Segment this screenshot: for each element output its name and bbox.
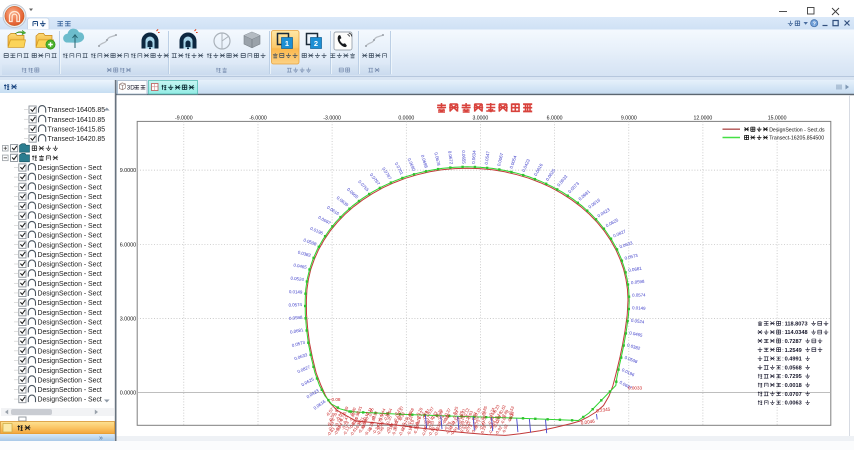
svg-text:DesignSection - Sect: DesignSection - Sect xyxy=(38,377,102,384)
svg-text:DesignSection - Sect.ds: DesignSection - Sect.ds xyxy=(769,127,825,133)
svg-text:0.7295: 0.7295 xyxy=(785,374,802,380)
svg-text:DesignSection - Sect: DesignSection - Sect xyxy=(38,358,102,365)
svg-text:DesignSection - Sect: DesignSection - Sect xyxy=(38,252,102,259)
svg-text:0.0063: 0.0063 xyxy=(785,401,802,407)
svg-text:0.0634: 0.0634 xyxy=(471,150,477,164)
svg-text:»: » xyxy=(99,435,103,442)
svg-text:DesignSection - Sect: DesignSection - Sect xyxy=(38,233,102,240)
svg-text:Transect-16410.85: Transect-16410.85 xyxy=(48,117,106,124)
svg-text:0.0707: 0.0707 xyxy=(785,392,802,398)
svg-text:Transect-16415.85: Transect-16415.85 xyxy=(48,127,106,134)
svg-text:3.0000: 3.0000 xyxy=(472,115,488,121)
svg-text:DesignSection - Sect: DesignSection - Sect xyxy=(38,165,102,172)
svg-text:0.0568: 0.0568 xyxy=(785,365,802,371)
svg-text:9.0000: 9.0000 xyxy=(621,115,637,121)
svg-text:Transect-16420.85: Transect-16420.85 xyxy=(48,136,106,143)
svg-text:118.8073: 118.8073 xyxy=(785,321,808,327)
svg-text:DesignSection - Sect: DesignSection - Sect xyxy=(38,281,102,288)
svg-text:114.0348: 114.0348 xyxy=(785,330,808,336)
svg-text:DesignSection - Sect: DesignSection - Sect xyxy=(38,271,102,278)
svg-text:DesignSection - Sect: DesignSection - Sect xyxy=(38,213,102,220)
svg-text:0.0033: 0.0033 xyxy=(628,386,642,391)
svg-text:0.0000: 0.0000 xyxy=(120,391,137,397)
svg-text:-6.0000: -6.0000 xyxy=(249,115,267,121)
svg-text:1.2549: 1.2549 xyxy=(785,348,802,354)
svg-text:DesignSection - Sect: DesignSection - Sect xyxy=(38,204,102,211)
svg-text:DesignSection - Sect: DesignSection - Sect xyxy=(38,300,102,307)
svg-text:3.0000: 3.0000 xyxy=(120,316,137,322)
svg-text:-0.08: -0.08 xyxy=(330,397,341,402)
svg-text:DesignSection - Sect: DesignSection - Sect xyxy=(38,310,102,317)
svg-text:9.0000: 9.0000 xyxy=(120,168,137,174)
svg-text:6.0000: 6.0000 xyxy=(547,115,563,121)
svg-text:12.0000: 12.0000 xyxy=(694,115,713,121)
svg-text:?: ? xyxy=(812,22,816,28)
svg-text:DesignSection - Sect: DesignSection - Sect xyxy=(38,262,102,269)
svg-text:DesignSection - Sect: DesignSection - Sect xyxy=(38,291,102,298)
svg-text:DesignSection - Sect: DesignSection - Sect xyxy=(38,349,102,356)
svg-text:DesignSection - Sect: DesignSection - Sect xyxy=(38,320,102,327)
svg-text:0.4991: 0.4991 xyxy=(785,357,802,363)
svg-text:0.0574: 0.0574 xyxy=(288,302,302,307)
svg-text:-3.0000: -3.0000 xyxy=(323,115,341,121)
svg-text:6.0000: 6.0000 xyxy=(120,242,137,248)
svg-text:0.0149: 0.0149 xyxy=(289,289,303,294)
svg-text:DesignSection - Sect: DesignSection - Sect xyxy=(38,339,102,346)
svg-text:0.0149: 0.0149 xyxy=(632,305,646,311)
svg-text:0.0655: 0.0655 xyxy=(461,150,466,164)
svg-text:0.0018: 0.0018 xyxy=(785,383,802,389)
svg-text:1: 1 xyxy=(285,39,289,48)
svg-text:0.0574: 0.0574 xyxy=(632,292,646,297)
svg-text:-9.0000: -9.0000 xyxy=(175,115,193,121)
svg-text:DesignSection - Sect: DesignSection - Sect xyxy=(38,194,102,201)
svg-text:DesignSection - Sect: DesignSection - Sect xyxy=(38,223,102,230)
svg-text:DesignSection - Sect: DesignSection - Sect xyxy=(38,368,102,375)
svg-text:Transect-16205.854500: Transect-16205.854500 xyxy=(769,136,824,142)
svg-text:2: 2 xyxy=(314,39,318,48)
svg-text:3D: 3D xyxy=(127,85,135,92)
svg-text:DesignSection - Sect: DesignSection - Sect xyxy=(38,242,102,249)
svg-text:0.0000: 0.0000 xyxy=(398,115,414,121)
svg-text:DesignSection - Sect: DesignSection - Sect xyxy=(38,397,102,404)
svg-text:DesignSection - Sect: DesignSection - Sect xyxy=(38,387,102,394)
svg-text:DesignSection - Sect: DesignSection - Sect xyxy=(38,175,102,182)
svg-text:DesignSection - Sect: DesignSection - Sect xyxy=(38,329,102,336)
svg-text:0.7287: 0.7287 xyxy=(785,339,802,345)
svg-text:Transect-16405.85: Transect-16405.85 xyxy=(48,107,106,114)
svg-text:DesignSection - Sect: DesignSection - Sect xyxy=(38,184,102,191)
svg-text:15.0000: 15.0000 xyxy=(768,115,787,121)
